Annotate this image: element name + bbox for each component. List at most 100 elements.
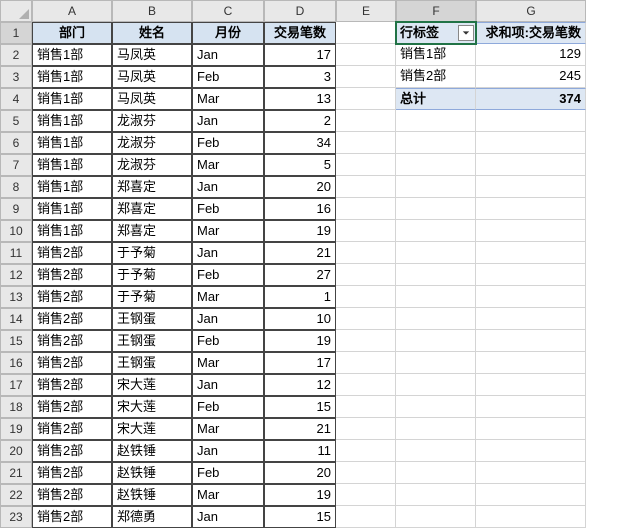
table-cell[interactable]: 27 — [264, 264, 336, 286]
empty-cell[interactable] — [336, 286, 396, 308]
empty-cell[interactable] — [396, 110, 476, 132]
row-header-15[interactable]: 15 — [0, 330, 32, 352]
table-cell[interactable]: 销售1部 — [32, 132, 112, 154]
empty-cell[interactable] — [476, 506, 586, 528]
pivot-total-label[interactable]: 总计 — [396, 88, 476, 110]
empty-cell[interactable] — [336, 22, 396, 44]
table-cell[interactable]: 销售2部 — [32, 396, 112, 418]
table-cell[interactable]: 20 — [264, 176, 336, 198]
empty-cell[interactable] — [396, 506, 476, 528]
empty-cell[interactable] — [476, 484, 586, 506]
table-cell[interactable]: 5 — [264, 154, 336, 176]
table-cell[interactable]: 销售1部 — [32, 198, 112, 220]
table-cell[interactable]: 郑德勇 — [112, 506, 192, 528]
row-header-7[interactable]: 7 — [0, 154, 32, 176]
pivot-value-header[interactable]: 求和项:交易笔数 — [476, 22, 586, 44]
table-cell[interactable]: Jan — [192, 110, 264, 132]
row-header-12[interactable]: 12 — [0, 264, 32, 286]
table-cell[interactable]: Mar — [192, 484, 264, 506]
empty-cell[interactable] — [476, 242, 586, 264]
pivot-row-label[interactable]: 销售1部 — [396, 44, 476, 66]
table-cell[interactable]: 龙淑芬 — [112, 110, 192, 132]
empty-cell[interactable] — [396, 242, 476, 264]
empty-cell[interactable] — [336, 110, 396, 132]
empty-cell[interactable] — [476, 264, 586, 286]
table-cell[interactable]: 销售2部 — [32, 418, 112, 440]
empty-cell[interactable] — [396, 286, 476, 308]
table-cell[interactable]: 19 — [264, 330, 336, 352]
table-cell[interactable]: 19 — [264, 484, 336, 506]
table-cell[interactable]: 销售2部 — [32, 506, 112, 528]
table-cell[interactable]: 马凤英 — [112, 44, 192, 66]
table-cell[interactable]: Feb — [192, 198, 264, 220]
empty-cell[interactable] — [336, 484, 396, 506]
row-header-22[interactable]: 22 — [0, 484, 32, 506]
empty-cell[interactable] — [336, 44, 396, 66]
table-cell[interactable]: 王钢蛋 — [112, 352, 192, 374]
pivot-row-value[interactable]: 129 — [476, 44, 586, 66]
row-header-3[interactable]: 3 — [0, 66, 32, 88]
empty-cell[interactable] — [476, 132, 586, 154]
table-cell[interactable]: Mar — [192, 286, 264, 308]
table-cell[interactable]: 宋大莲 — [112, 396, 192, 418]
table-cell[interactable]: 销售2部 — [32, 264, 112, 286]
table-cell[interactable]: 销售1部 — [32, 220, 112, 242]
empty-cell[interactable] — [476, 286, 586, 308]
col-header-G[interactable]: G — [476, 0, 586, 22]
table-cell[interactable]: 15 — [264, 506, 336, 528]
table-header-1[interactable]: 姓名 — [112, 22, 192, 44]
table-cell[interactable]: 于予菊 — [112, 242, 192, 264]
table-cell[interactable]: Feb — [192, 462, 264, 484]
empty-cell[interactable] — [476, 462, 586, 484]
table-cell[interactable]: 17 — [264, 352, 336, 374]
col-header-D[interactable]: D — [264, 0, 336, 22]
table-cell[interactable]: 19 — [264, 220, 336, 242]
empty-cell[interactable] — [396, 176, 476, 198]
table-cell[interactable]: 21 — [264, 418, 336, 440]
row-header-23[interactable]: 23 — [0, 506, 32, 528]
empty-cell[interactable] — [336, 396, 396, 418]
empty-cell[interactable] — [336, 198, 396, 220]
row-header-21[interactable]: 21 — [0, 462, 32, 484]
table-cell[interactable]: 销售1部 — [32, 66, 112, 88]
col-header-C[interactable]: C — [192, 0, 264, 22]
table-header-3[interactable]: 交易笔数 — [264, 22, 336, 44]
col-header-B[interactable]: B — [112, 0, 192, 22]
empty-cell[interactable] — [476, 396, 586, 418]
table-cell[interactable]: 销售1部 — [32, 110, 112, 132]
empty-cell[interactable] — [336, 462, 396, 484]
table-cell[interactable]: 21 — [264, 242, 336, 264]
table-cell[interactable]: 1 — [264, 286, 336, 308]
row-header-2[interactable]: 2 — [0, 44, 32, 66]
table-cell[interactable]: 3 — [264, 66, 336, 88]
table-cell[interactable]: Mar — [192, 418, 264, 440]
empty-cell[interactable] — [396, 220, 476, 242]
row-header-10[interactable]: 10 — [0, 220, 32, 242]
table-cell[interactable]: Feb — [192, 396, 264, 418]
row-header-19[interactable]: 19 — [0, 418, 32, 440]
row-header-1[interactable]: 1 — [0, 22, 32, 44]
empty-cell[interactable] — [476, 308, 586, 330]
empty-cell[interactable] — [476, 440, 586, 462]
col-header-F[interactable]: F — [396, 0, 476, 22]
table-cell[interactable]: 王钢蛋 — [112, 330, 192, 352]
empty-cell[interactable] — [396, 352, 476, 374]
table-cell[interactable]: 马凤英 — [112, 88, 192, 110]
row-header-5[interactable]: 5 — [0, 110, 32, 132]
empty-cell[interactable] — [476, 374, 586, 396]
table-cell[interactable]: Mar — [192, 352, 264, 374]
table-cell[interactable]: 于予菊 — [112, 264, 192, 286]
table-cell[interactable]: Jan — [192, 374, 264, 396]
row-header-17[interactable]: 17 — [0, 374, 32, 396]
row-header-14[interactable]: 14 — [0, 308, 32, 330]
empty-cell[interactable] — [336, 220, 396, 242]
empty-cell[interactable] — [336, 506, 396, 528]
table-cell[interactable]: 销售2部 — [32, 440, 112, 462]
empty-cell[interactable] — [336, 352, 396, 374]
table-cell[interactable]: 销售1部 — [32, 44, 112, 66]
row-header-8[interactable]: 8 — [0, 176, 32, 198]
empty-cell[interactable] — [336, 308, 396, 330]
table-cell[interactable]: 15 — [264, 396, 336, 418]
empty-cell[interactable] — [396, 154, 476, 176]
empty-cell[interactable] — [476, 220, 586, 242]
